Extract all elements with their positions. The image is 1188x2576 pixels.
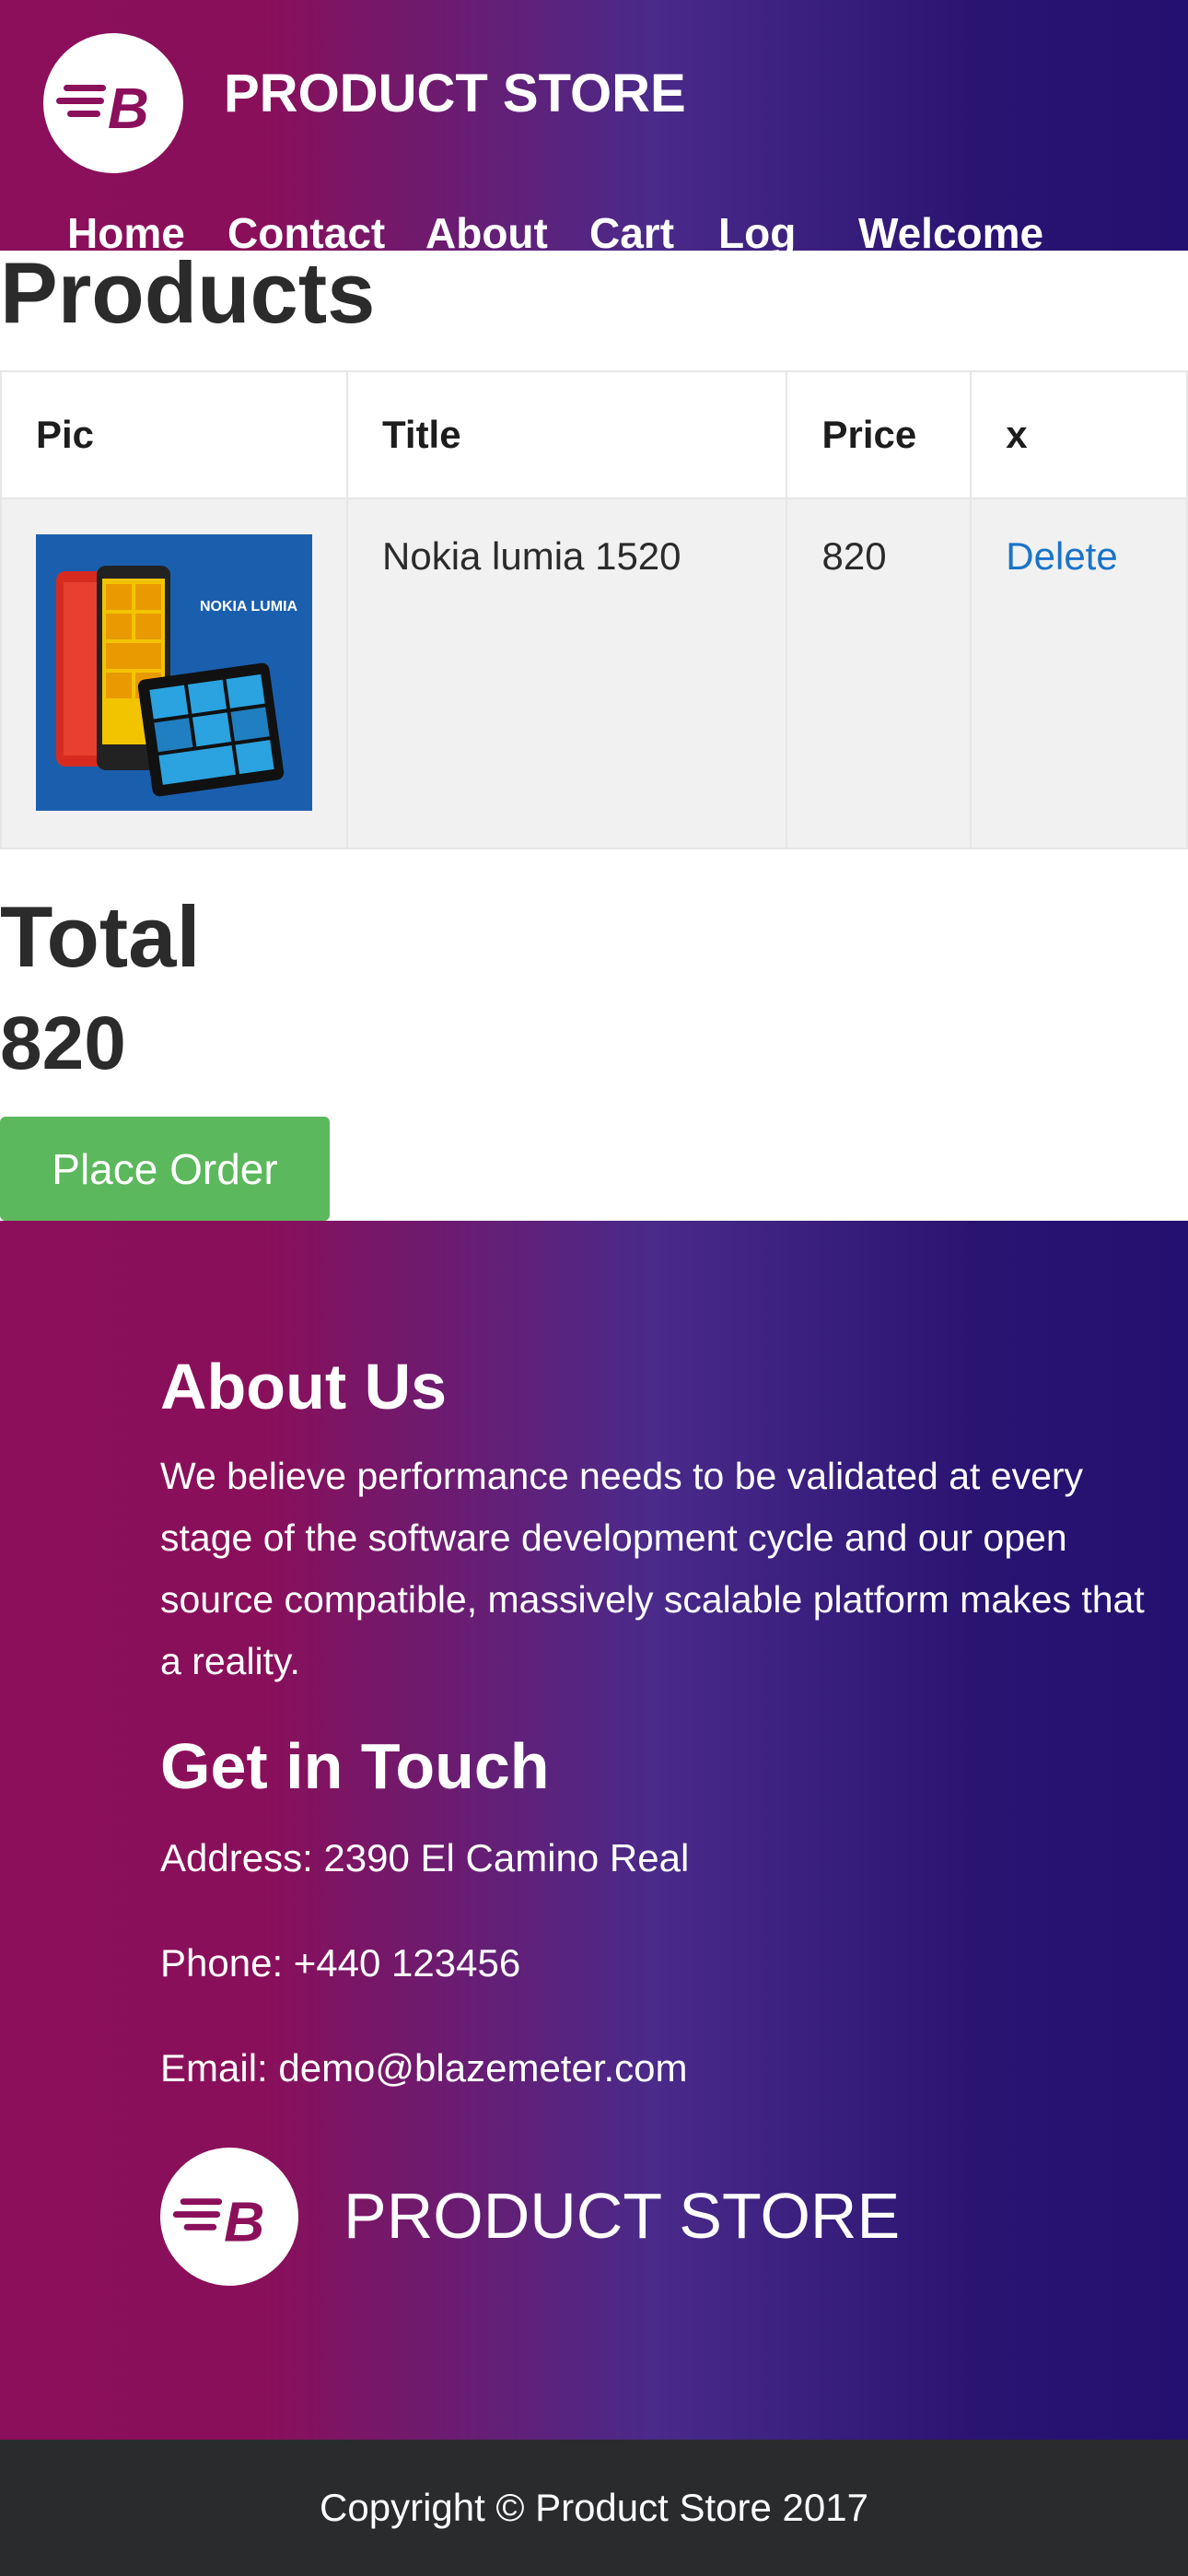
svg-text:B: B	[224, 2191, 264, 2254]
email-text: Email: demo@blazemeter.com	[160, 2046, 688, 2090]
place-order-button[interactable]: Place Order	[0, 1117, 330, 1221]
nav-log-in[interactable]: Log	[718, 208, 796, 251]
delete-link[interactable]: Delete	[1006, 534, 1117, 578]
get-in-touch-heading: Get in Touch	[160, 1730, 550, 1802]
product-price: 820	[786, 498, 973, 849]
nav-welcome[interactable]: Welcome	[858, 208, 1043, 251]
site-header: B PRODUCT STORE Home Contact About Cart …	[0, 0, 1188, 251]
total-value: 820	[0, 1001, 126, 1085]
nav-about[interactable]: About	[425, 208, 548, 251]
blazemeter-logo-icon: B	[160, 2148, 298, 2286]
copyright-bar: Copyright © Product Store 2017	[0, 2440, 1188, 2576]
table-header-row: Pic Title Price x	[0, 370, 1188, 499]
product-image: NOKIA LUMIA	[36, 534, 312, 811]
about-us-heading: About Us	[160, 1351, 448, 1423]
phone-text: Phone: +440 123456	[160, 1941, 521, 1985]
table-row: NOKIA LUMIA Nokia lumia 1520 820 Delete	[0, 498, 1188, 849]
brand-title[interactable]: PRODUCT STORE	[224, 63, 686, 124]
product-pic-cell: NOKIA LUMIA	[0, 498, 348, 849]
column-header-title: Title	[345, 370, 788, 499]
nav-cart[interactable]: Cart	[589, 208, 674, 251]
total-label: Total	[0, 888, 201, 985]
column-header-price: Price	[786, 370, 973, 499]
footer-brand-title: PRODUCT STORE	[344, 2180, 901, 2252]
site-footer: About Us We believe performance needs to…	[0, 1221, 1188, 2440]
svg-text:B: B	[108, 77, 149, 141]
blazemeter-logo-icon[interactable]: B	[43, 33, 183, 173]
product-action-cell: Delete	[970, 498, 1188, 849]
product-image-caption: NOKIA LUMIA	[200, 599, 298, 615]
copyright-text: Copyright © Product Store 2017	[320, 2486, 868, 2529]
product-title: Nokia lumia 1520	[345, 498, 788, 849]
products-heading: Products	[0, 244, 376, 341]
cart-table: Pic Title Price x NOKIA LUMIA Nokia lumi…	[0, 370, 1188, 849]
column-header-x: x	[970, 370, 1188, 499]
about-us-text: We believe performance needs to be valid…	[160, 1455, 1145, 1682]
column-header-pic: Pic	[0, 370, 348, 499]
address-text: Address: 2390 El Camino Real	[160, 1836, 690, 1879]
